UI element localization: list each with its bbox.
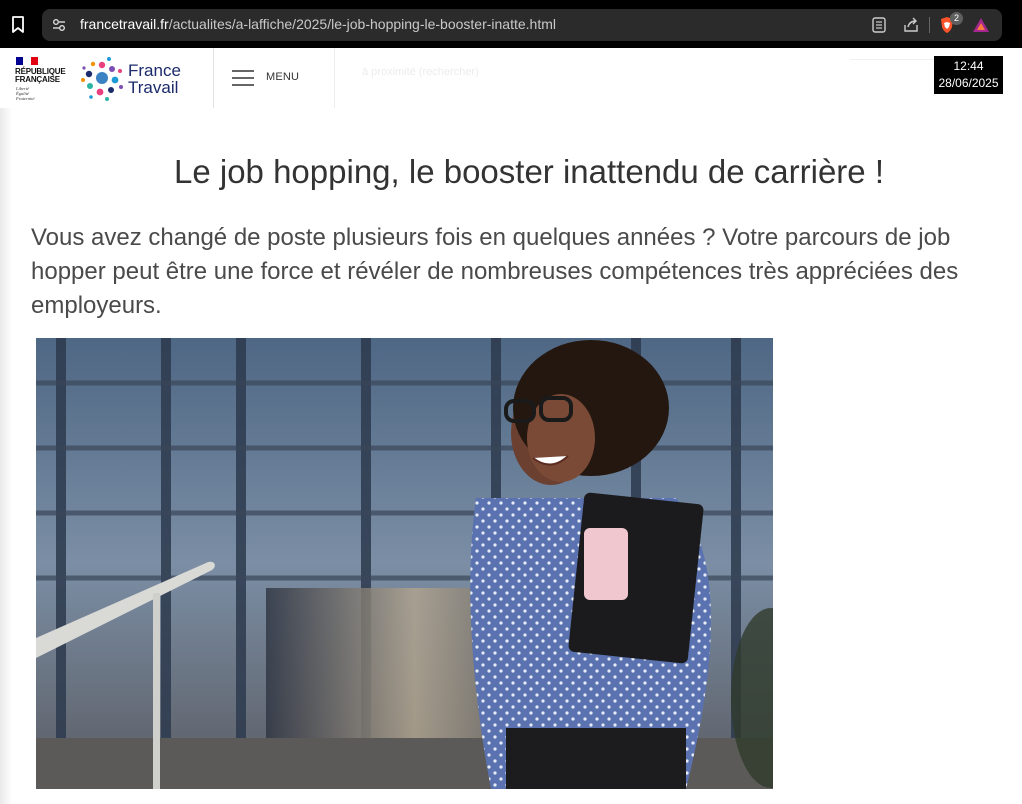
page-gutter	[0, 108, 12, 804]
brand-name[interactable]: France Travail	[128, 62, 181, 96]
rf-label: RÉPUBLIQUE FRANÇAISE	[15, 67, 66, 84]
header-divider	[334, 48, 335, 108]
marianne-flag-icon	[16, 57, 38, 65]
article-lead: Vous avez changé de poste plusieurs fois…	[31, 224, 959, 319]
url-host: francetravail.fr	[80, 16, 169, 32]
brand-line-1: France	[128, 61, 181, 80]
rewards-triangle-icon[interactable]	[972, 16, 990, 34]
url-path: /actualites/a-laffiche/2025/le-job-hoppi…	[168, 16, 556, 32]
share-icon[interactable]	[902, 16, 920, 34]
search-placeholder[interactable]: à proximité (rechercher)	[362, 66, 479, 78]
republique-francaise-logo[interactable]: RÉPUBLIQUE FRANÇAISE Liberté Égalité Fra…	[15, 54, 75, 102]
bookmark-icon[interactable]	[10, 15, 26, 34]
header-divider	[213, 48, 214, 108]
article-content: Le job hopping, le booster inattendu de …	[12, 108, 1022, 804]
clock-time: 12:44	[953, 59, 984, 73]
brand-line-2: Travail	[128, 78, 179, 97]
address-bar[interactable]: francetravail.fr/actualites/a-laffiche/2…	[42, 9, 1002, 41]
site-settings-icon[interactable]	[51, 17, 67, 33]
clock-date: 28/06/2025	[938, 76, 999, 90]
toolbar-separator	[929, 17, 930, 33]
hero-image	[36, 338, 773, 789]
system-clock: 12:44 28/06/2025	[934, 56, 1003, 94]
url-text[interactable]: francetravail.fr/actualites/a-laffiche/2…	[80, 16, 556, 32]
hamburger-menu-icon[interactable]	[232, 70, 254, 86]
menu-button-label[interactable]: MENU	[266, 71, 299, 83]
article-title: Le job hopping, le booster inattendu de …	[174, 153, 884, 190]
site-header: RÉPUBLIQUE FRANÇAISE Liberté Égalité Fra…	[0, 48, 1022, 108]
reader-mode-icon[interactable]	[870, 16, 888, 34]
browser-toolbar: francetravail.fr/actualites/a-laffiche/2…	[0, 0, 1022, 48]
shields-count-badge: 2	[950, 12, 963, 25]
france-travail-logo-icon[interactable]	[78, 53, 126, 103]
rf-motto: Liberté Égalité Fraternité	[16, 86, 35, 101]
